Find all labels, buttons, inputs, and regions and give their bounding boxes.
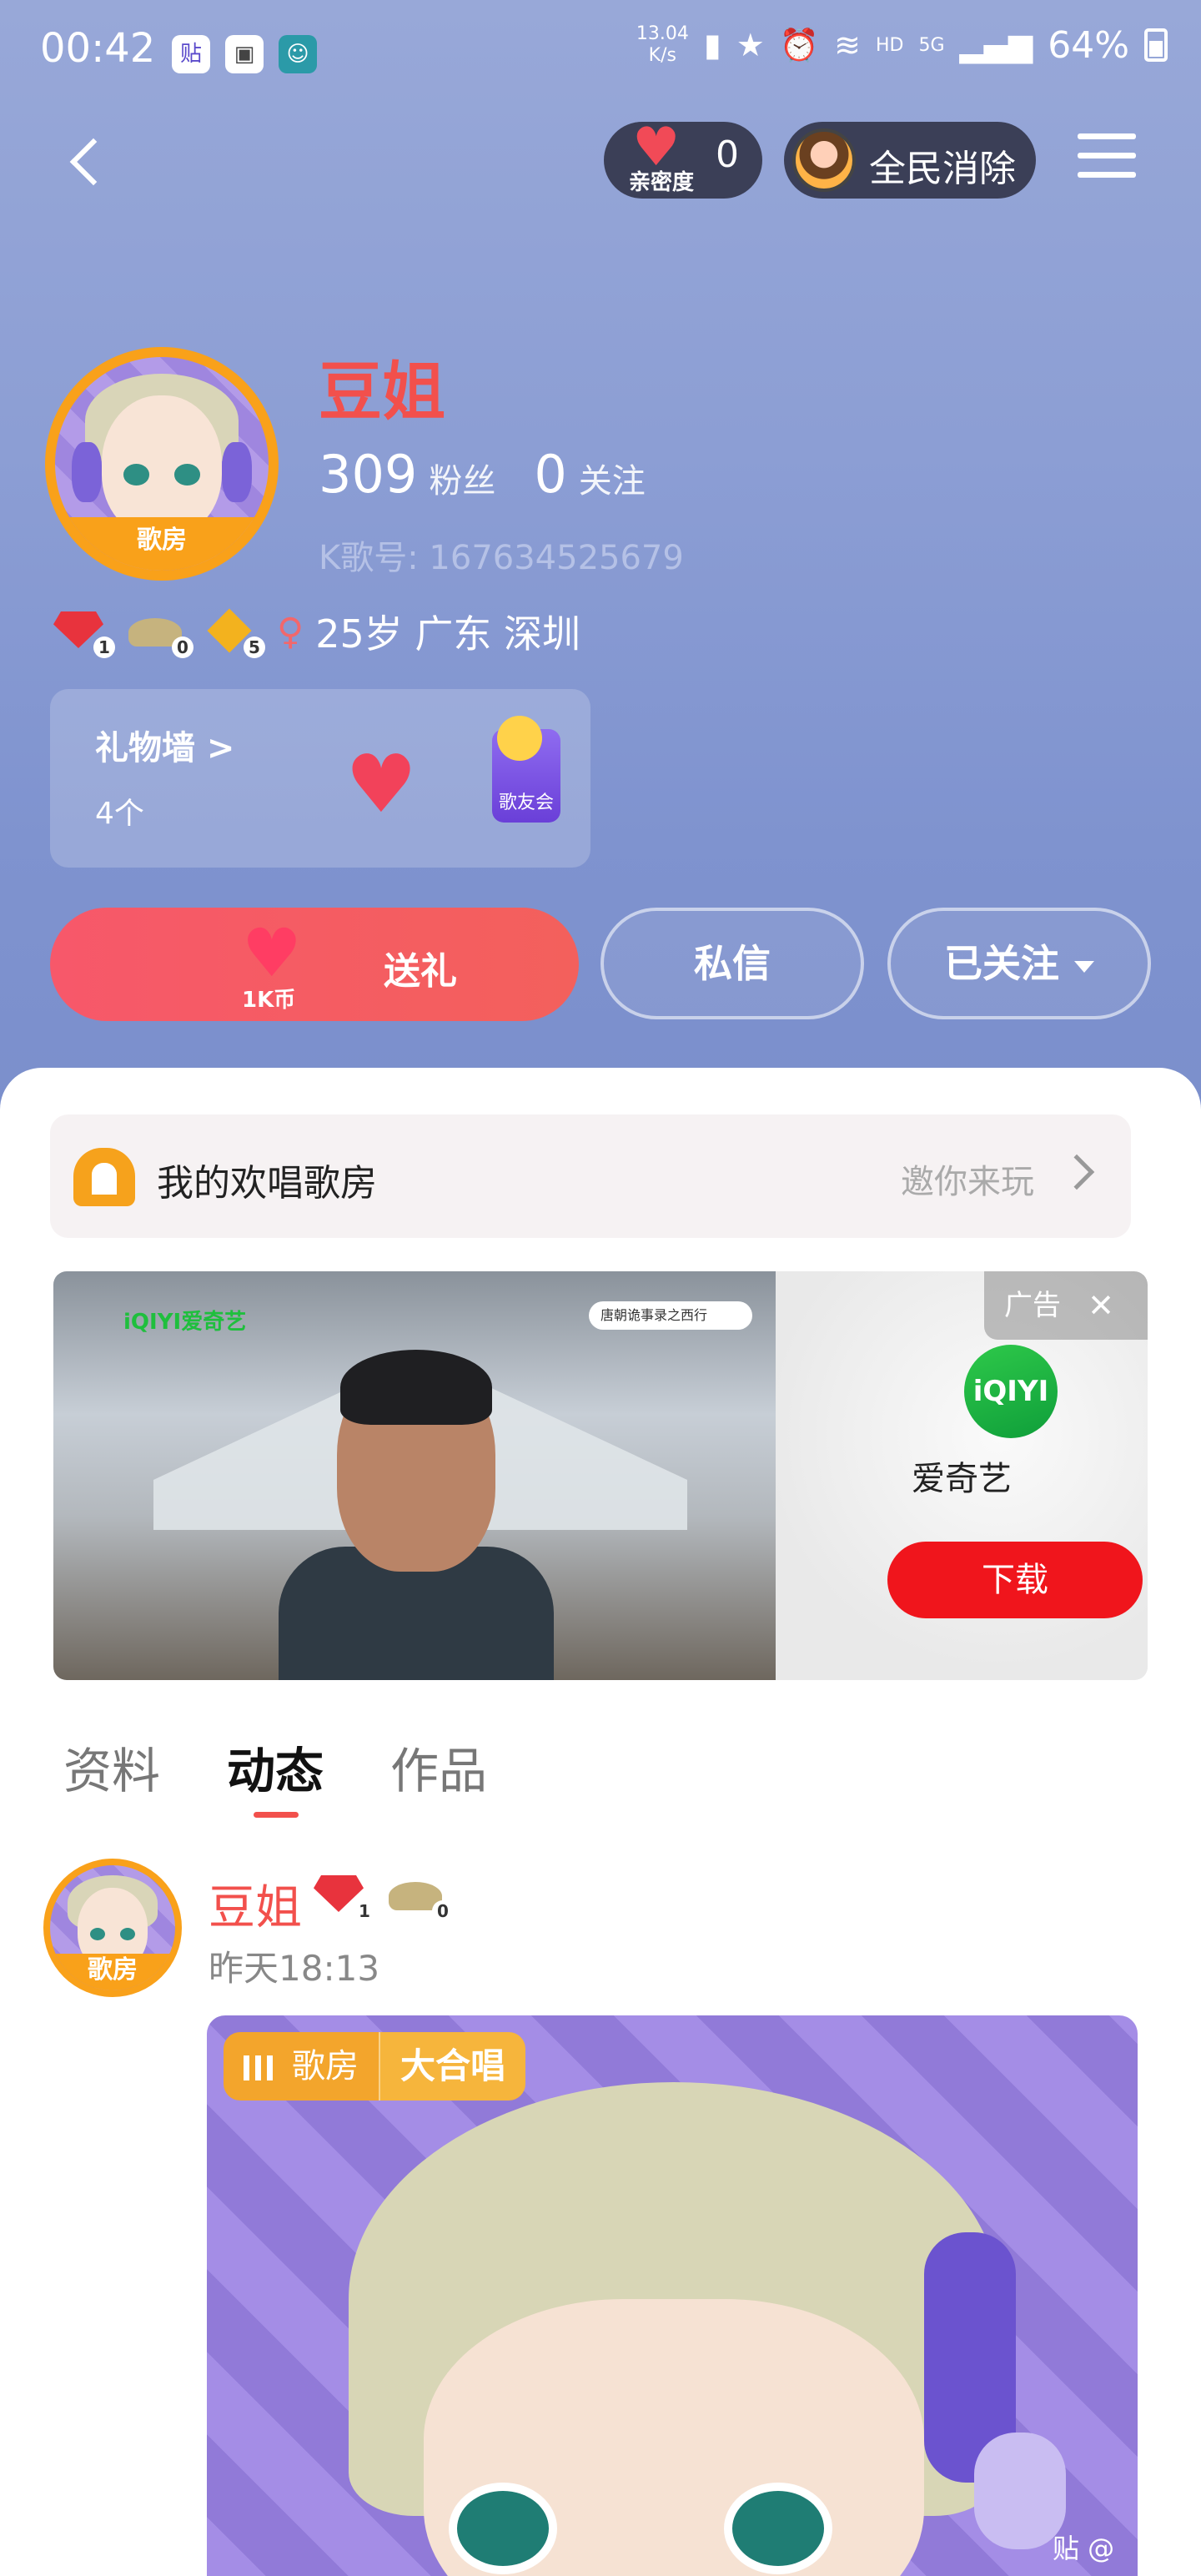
active-tab-indicator [254, 1812, 299, 1818]
k-song-id: K歌号: 167634525679 [319, 539, 684, 577]
ad-tag-label: 广告 [1004, 1289, 1061, 1322]
send-gift-button[interactable]: ♥ 1K币 送礼 [50, 908, 579, 1021]
intimacy-pill[interactable]: ♥ 亲密度 0 [604, 117, 762, 199]
fans-label[interactable]: 粉丝 [429, 454, 495, 502]
heart-gift-icon: ♥ [345, 737, 418, 831]
intimacy-value: 0 [716, 133, 739, 176]
back-button[interactable] [58, 125, 117, 200]
send-gift-label: 送礼 [384, 950, 457, 993]
net-speed: 13.04 K/s [636, 23, 689, 67]
diamond-badge-icon[interactable]: 5 [200, 605, 265, 658]
room-tag: 歌房 [224, 2032, 379, 2101]
game-avatar-icon [792, 128, 856, 192]
game-entry-button[interactable]: 全民消除 [784, 122, 1036, 199]
feed-timestamp: 昨天18:13 [209, 1948, 380, 1989]
ad-banner[interactable]: iQIYI爱奇艺 唐朝诡事录之西行 广告 ✕ iQIYI 爱奇艺 下载 [53, 1271, 1148, 1680]
feed-avatar-badge: 歌房 [50, 1954, 175, 1990]
room-type: 大合唱 [379, 2032, 526, 2101]
tab-feed[interactable]: 动态 [227, 1732, 324, 1802]
caret-down-icon [1074, 960, 1094, 973]
hat-level: 0 [172, 636, 193, 658]
following-button[interactable]: 已关注 [887, 908, 1151, 1019]
gallery-icon: ▣ [225, 35, 264, 73]
iqiyi-logo-icon: iQIYI [964, 1345, 1058, 1438]
wealth-gem-icon: 1 [309, 1869, 375, 1922]
message-button[interactable]: 私信 [600, 908, 864, 1019]
intimacy-label: 亲密度 [629, 170, 695, 195]
hd-indicator: HD [876, 34, 904, 56]
ad-download-button[interactable]: 下载 [887, 1542, 1143, 1618]
ad-app-name: 爱奇艺 [912, 1460, 1012, 1498]
room-home-icon [73, 1148, 135, 1206]
my-room-card[interactable]: 我的欢唱歌房 邀你来玩 [50, 1114, 1131, 1238]
gem-level: 1 [93, 636, 115, 658]
gift-wall-card[interactable]: 礼物墙 > 4个 ♥ 歌友会 [50, 689, 590, 868]
watermark: 贴 @ [1053, 2533, 1115, 2564]
gift-wall-count: 4个 [95, 797, 144, 831]
battery-percent: 64% [1048, 23, 1129, 67]
menu-icon[interactable] [1078, 133, 1136, 189]
my-room-title: 我的欢唱歌房 [157, 1162, 377, 1205]
hat-badge-icon: 0 [384, 1869, 454, 1922]
net-speed-unit: K/s [648, 45, 676, 66]
profile-stats: 309 粉丝 0 关注 [319, 444, 684, 505]
ad-image[interactable]: iQIYI爱奇艺 唐朝诡事录之西行 [53, 1271, 776, 1680]
status-right-group: 13.04 K/s ▮ ★ ⏰ ≋ HD 5G ▂▄▆ 64% [636, 23, 1168, 67]
following-button-label: 已关注 [944, 941, 1059, 986]
age-location: 25岁 广东 深圳 [315, 611, 581, 657]
network-type: 5G [918, 34, 945, 56]
ad-side-panel: 广告 ✕ iQIYI 爱奇艺 下载 [776, 1271, 1148, 1680]
room-type-badge: 歌房 大合唱 [224, 2032, 526, 2101]
room-invite-text: 邀你来玩 [901, 1163, 1034, 1201]
tab-works[interactable]: 作品 [390, 1732, 487, 1802]
ad-tag: 广告 ✕ [984, 1271, 1148, 1340]
status-bar: 00:42 贴 ▣ ☺ 13.04 K/s ▮ ★ ⏰ ≋ HD 5G ▂▄▆ … [0, 0, 1201, 108]
mic-gift-icon: 歌友会 [492, 716, 560, 823]
message-label: 私信 [694, 941, 771, 986]
diamond-level: 5 [244, 636, 265, 658]
avatar-app-icon: ☺ [279, 35, 317, 73]
ad-search-text: 唐朝诡事录之西行 [589, 1301, 752, 1330]
profile-nickname: 豆姐 [319, 355, 445, 429]
close-icon[interactable]: ✕ [1088, 1271, 1114, 1340]
audio-bars-icon [244, 2055, 277, 2080]
wifi-icon: ≋ [834, 27, 861, 63]
ad-brand-logo: iQIYI爱奇艺 [123, 1310, 247, 1335]
feed-hat-level: 0 [432, 1900, 454, 1922]
hat-badge-icon[interactable]: 0 [123, 605, 193, 658]
feed-badges: 1 0 [309, 1869, 460, 1922]
fans-count[interactable]: 309 [319, 444, 417, 505]
profile-badges: 1 0 5 ♀ 25岁 广东 深圳 [48, 602, 580, 661]
chevron-right-icon [1058, 1154, 1095, 1190]
tab-profile-info[interactable]: 资料 [63, 1732, 160, 1802]
gift-wall-title: 礼物墙 > [95, 729, 235, 767]
profile-avatar[interactable]: 歌房 [45, 347, 279, 581]
feed-username[interactable]: 豆姐 [209, 1870, 302, 1938]
following-count[interactable]: 0 [534, 444, 566, 505]
star-icon: ★ [736, 27, 765, 63]
feed-avatar[interactable]: 歌房 [43, 1859, 182, 1997]
tieba-app-icon: 贴 [172, 35, 210, 73]
game-label: 全民消除 [869, 148, 1016, 190]
alarm-icon: ⏰ [779, 26, 820, 63]
following-label[interactable]: 关注 [579, 454, 646, 502]
heart-gift-icon: ♥ [242, 914, 302, 992]
net-speed-value: 13.04 [636, 23, 689, 44]
avatar-room-badge: 歌房 [55, 517, 269, 571]
gift-coin-price: 1K币 [242, 988, 296, 1013]
battery-icon [1144, 28, 1168, 62]
status-time: 00:42 [40, 25, 156, 72]
wealth-gem-icon[interactable]: 1 [48, 605, 115, 658]
female-icon: ♀ [277, 610, 304, 653]
feed-media-card[interactable]: 歌房 大合唱 [207, 2015, 1138, 2576]
feed-gem-level: 1 [354, 1900, 375, 1922]
battery-saver-icon: ▮ [703, 27, 721, 63]
gift-item-label: 歌友会 [498, 792, 554, 813]
signal-icon: ▂▄▆ [959, 27, 1033, 63]
room-tag-label: 歌房 [292, 2047, 359, 2085]
